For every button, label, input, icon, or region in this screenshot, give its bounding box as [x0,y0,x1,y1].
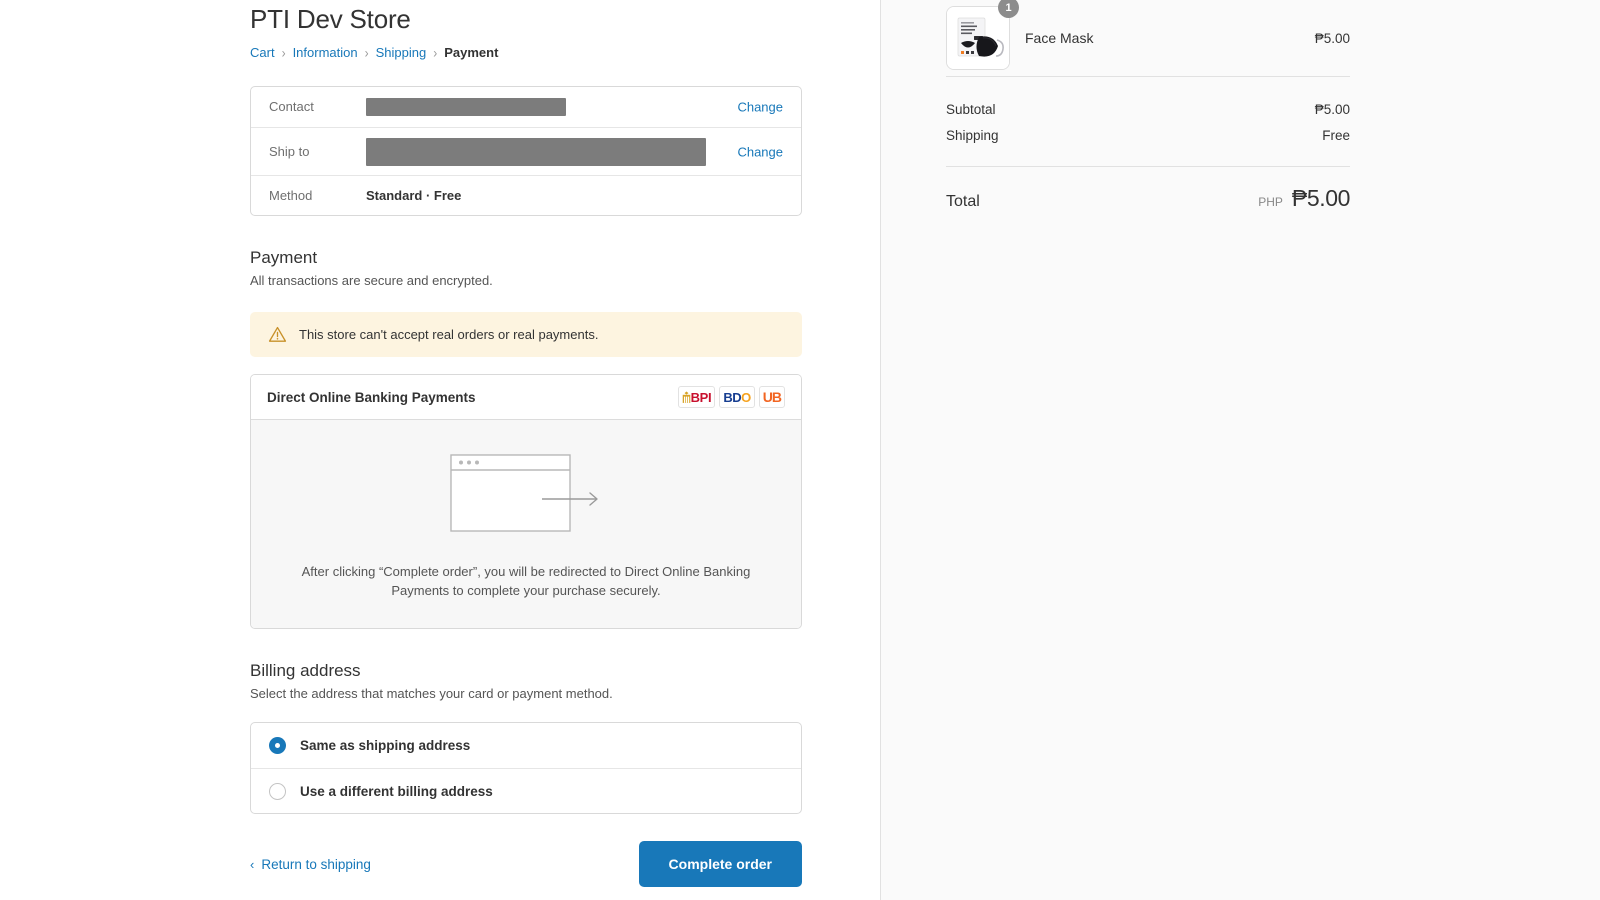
payment-heading: Payment [250,248,318,267]
breadcrumb-payment: Payment [444,45,499,60]
shipping-label: Shipping [946,127,999,143]
product-thumbnail-wrap: 1 [946,0,1019,70]
subtotal-row: Subtotal ₱5.00 [946,96,1350,122]
chevron-right-icon: › [364,44,369,62]
billing-option-different-label: Use a different billing address [300,783,493,799]
complete-order-button[interactable]: Complete order [638,841,802,887]
change-contact-link[interactable]: Change [737,100,783,115]
bpi-logo: BPI [677,386,716,408]
redacted-address-bar [366,137,706,166]
unionbank-logo: UB [758,386,785,408]
breadcrumb-shipping[interactable]: Shipping [376,45,427,61]
breadcrumb-information[interactable]: Information [293,45,358,61]
redirect-description: After clicking “Complete order”, you wil… [301,564,751,598]
total-label: Total [946,193,980,210]
item-price: ₱5.00 [1314,30,1350,46]
change-ship-to-link[interactable]: Change [737,144,783,159]
billing-address-heading: Billing address [250,661,361,680]
billing-option-same-as-shipping[interactable]: Same as shipping address [251,723,801,768]
order-line-item: 1 Face Mask ₱5.00 [946,0,1350,76]
test-mode-warning-banner: This store can't accept real orders or r… [250,312,802,357]
review-row-method: Method Standard · Free [251,175,801,215]
ship-to-label: Ship to [269,143,310,159]
billing-option-same-label: Same as shipping address [300,738,471,753]
bdo-logo-text: BDO [723,389,751,405]
payment-method-body: After clicking “Complete order”, you wil… [251,419,801,628]
subtotal-label: Subtotal [946,101,996,117]
warning-triangle-icon [268,326,287,342]
bpi-crest-icon [682,391,690,403]
bdo-logo-o: O [741,389,751,405]
return-to-shipping-link[interactable]: ‹ Return to shipping [250,857,371,872]
radio-different-address[interactable] [269,782,286,800]
subtotal-value: ₱5.00 [1314,101,1350,117]
checkout-main-column: PTI Dev Store Cart › Information › Shipp… [0,0,880,900]
chevron-left-icon: ‹ [250,856,255,872]
browser-redirect-icon [450,454,598,532]
unionbank-logo-text: UB [762,389,782,405]
radio-same-as-shipping[interactable] [269,737,286,754]
chevron-right-icon: › [433,44,438,62]
billing-address-section: Billing address Select the address that … [250,660,802,814]
bdo-logo-bd: BD [723,389,742,405]
contact-label: Contact [269,99,314,114]
shipping-value: Free [1322,127,1350,143]
review-row-contact: Contact Change [251,87,801,127]
order-summary-sidebar: 1 Face Mask ₱5.00 Subtotal ₱5.00 Shippin… [880,0,1600,900]
item-name: Face Mask [1025,30,1094,46]
total-amount: ₱5.00 [1291,185,1351,211]
contact-value [366,98,783,116]
bdo-logo: BDO [719,386,755,408]
payment-bank-logos: BPI BDO UB [677,386,785,408]
payment-section: Payment All transactions are secure and … [250,247,802,629]
face-mask-product-image [947,7,1009,69]
product-thumbnail [946,6,1010,70]
method-label: Method [269,187,313,203]
order-review-card: Contact Change Ship to Change Method Sta… [250,86,802,216]
ship-to-value [366,137,783,166]
return-to-shipping-label: Return to shipping [261,856,371,872]
store-title: PTI Dev Store [250,4,411,34]
shipping-row: Shipping Free [946,122,1350,148]
payment-method-card[interactable]: Direct Online Banking Payments BPI BDO U… [250,374,802,629]
checkout-page: PTI Dev Store Cart › Information › Shipp… [0,0,1600,900]
breadcrumb-cart[interactable]: Cart [250,45,275,61]
total-value-group: PHP ₱5.00 [1258,185,1350,212]
bpi-logo-text: BPI [690,389,712,405]
payment-method-name: Direct Online Banking Payments [267,389,476,405]
total-row: Total PHP ₱5.00 [946,167,1350,212]
review-row-ship-to: Ship to Change [251,127,801,175]
warning-message: This store can't accept real orders or r… [299,327,599,342]
breadcrumb: Cart › Information › Shipping › Payment [250,45,802,61]
billing-address-options: Same as shipping address Use a different… [250,722,802,814]
method-value: Standard · Free [366,188,783,204]
method-value-text: Standard · Free [366,187,462,203]
chevron-right-icon: › [281,44,286,62]
billing-option-different-address[interactable]: Use a different billing address [251,768,801,813]
total-currency: PHP [1258,195,1283,209]
checkout-actions: ‹ Return to shipping Complete order [250,841,802,887]
item-quantity-badge: 1 [998,0,1019,18]
billing-address-subtitle: Select the address that matches your car… [250,686,613,701]
redacted-contact-bar [366,98,566,116]
payment-subtitle: All transactions are secure and encrypte… [250,273,493,288]
payment-method-header: Direct Online Banking Payments BPI BDO U… [251,375,801,419]
order-totals: Subtotal ₱5.00 Shipping Free [946,77,1350,166]
